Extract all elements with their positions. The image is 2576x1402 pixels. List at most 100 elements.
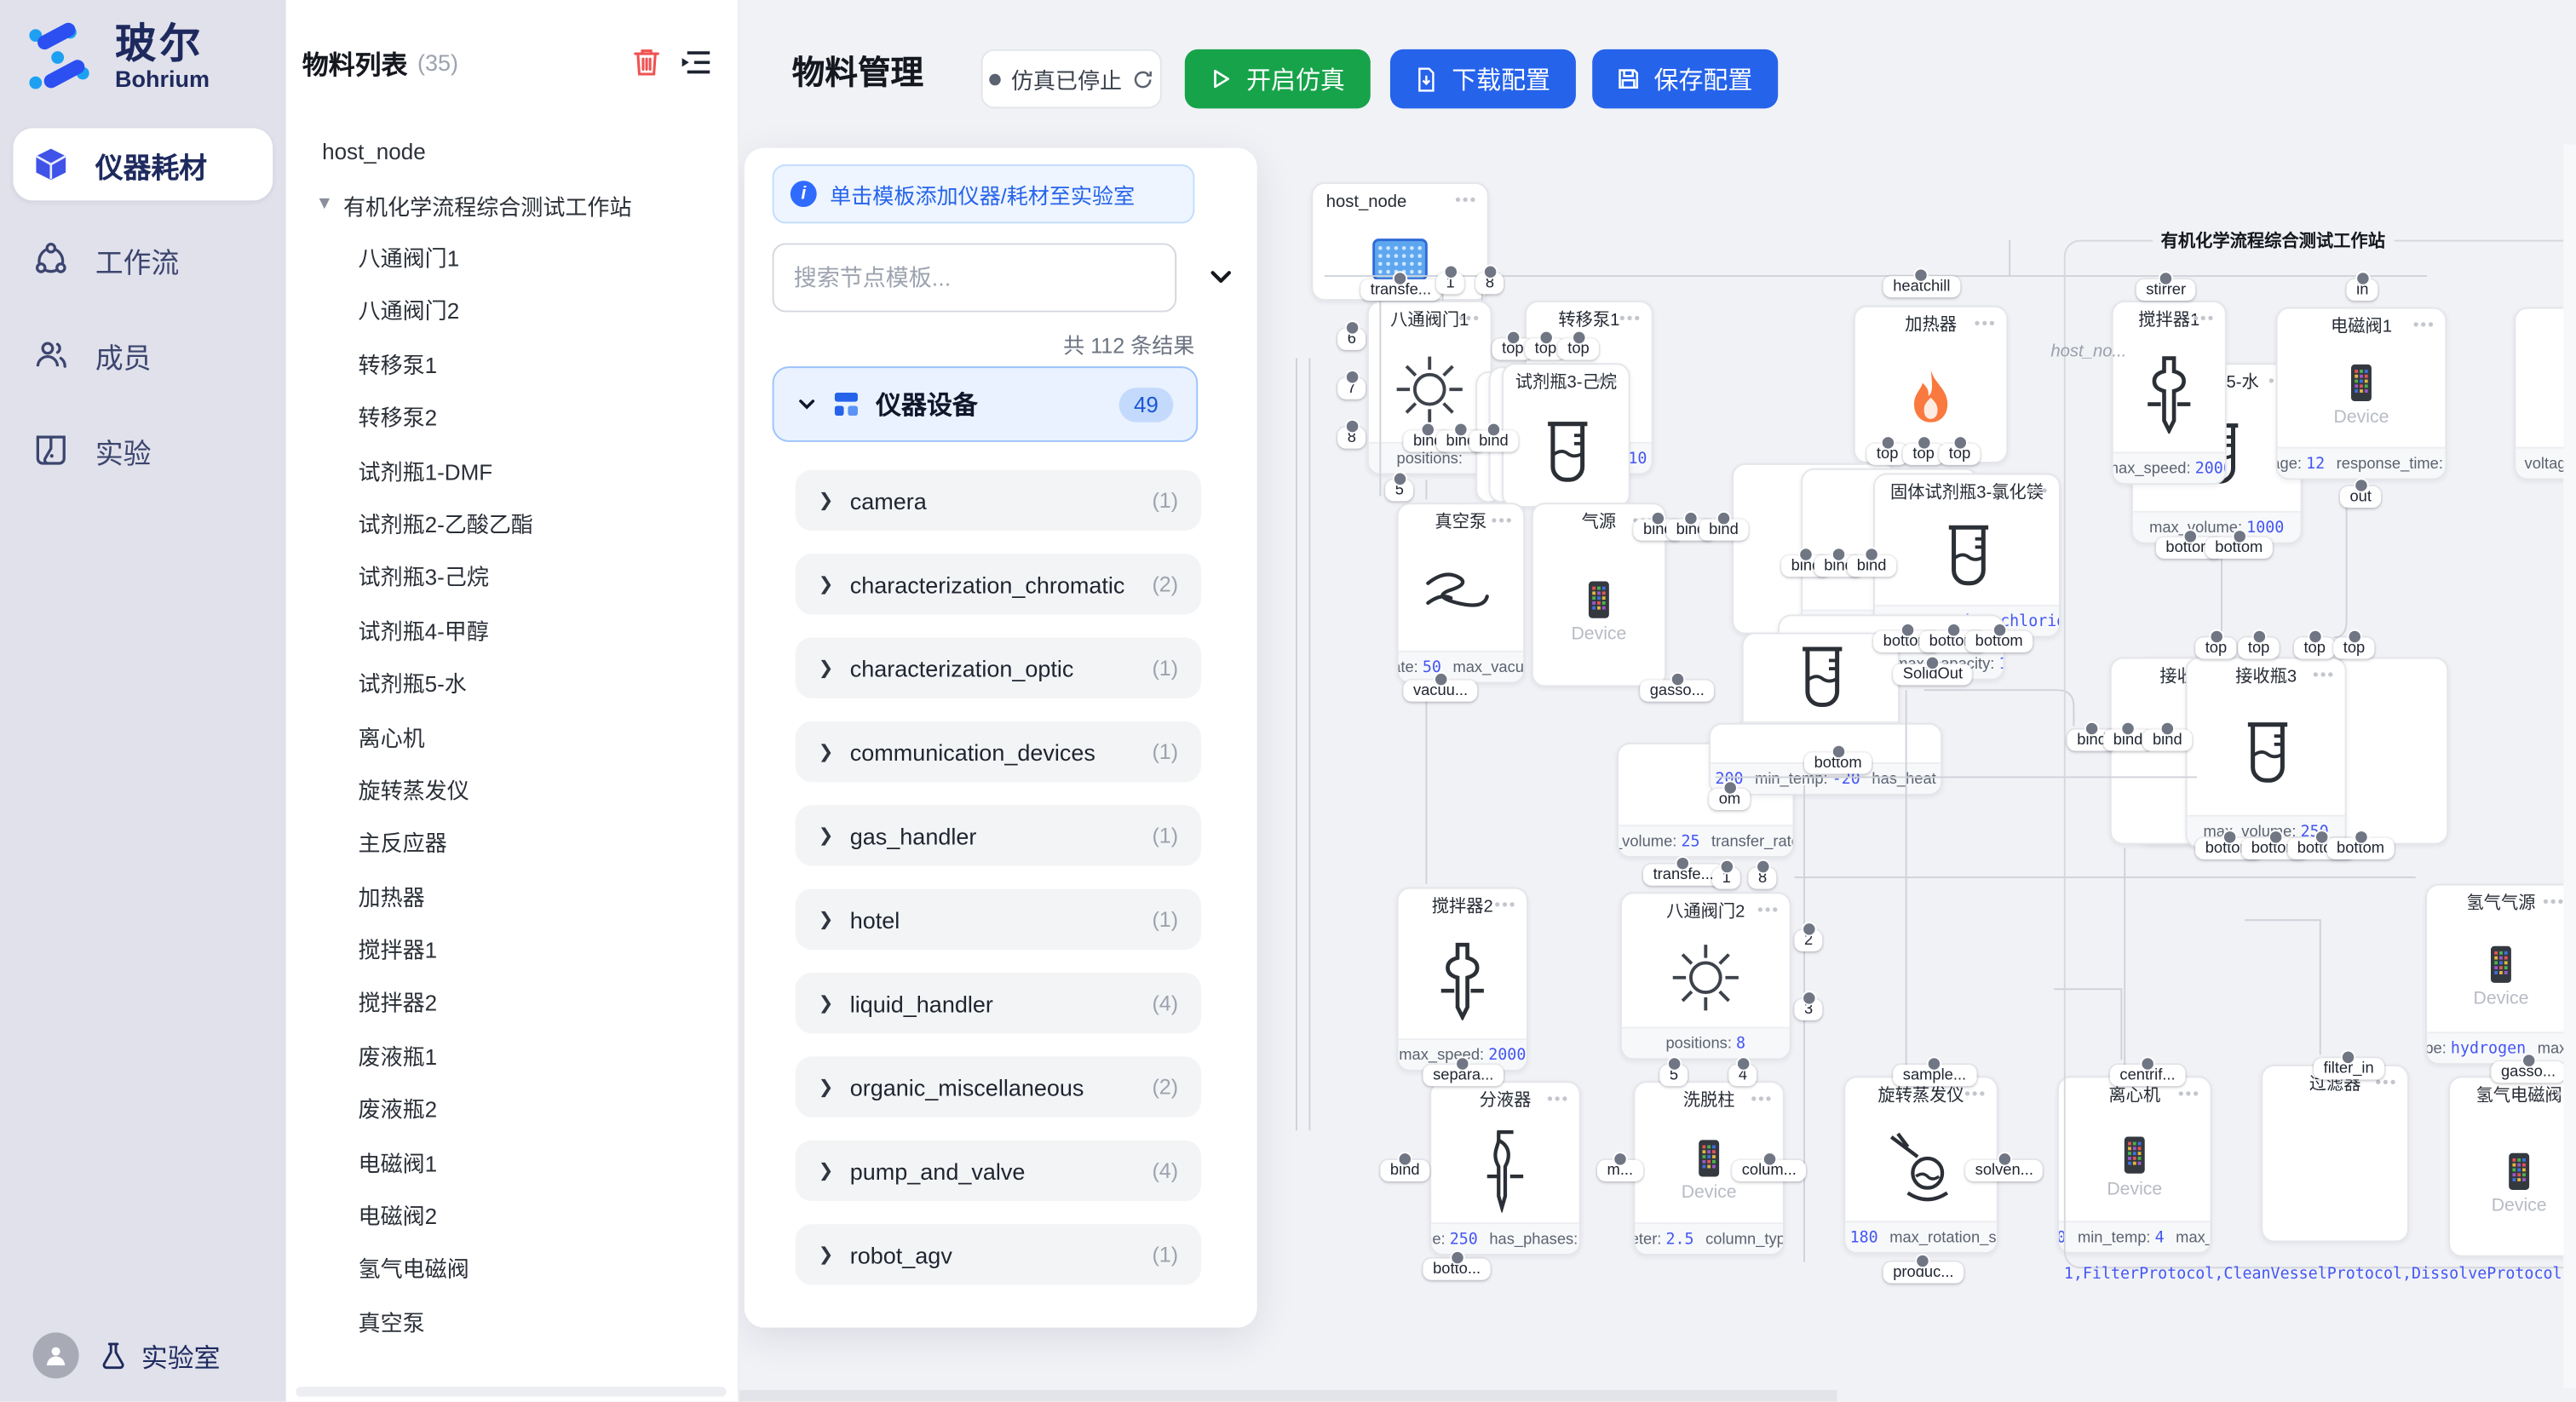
category-instruments[interactable]: 仪器设备 49	[773, 366, 1199, 442]
port-SolidOut[interactable]: SolidOut	[1893, 664, 1972, 685]
port-7[interactable]: 7	[1337, 378, 1366, 399]
tree-item[interactable]: 试剂瓶4-甲醇	[286, 606, 738, 658]
port-top[interactable]: top	[1903, 444, 1945, 465]
search-template-input[interactable]	[773, 243, 1177, 312]
tree-item[interactable]: 氢气电磁阀	[286, 1244, 738, 1297]
port-bottom[interactable]: bottom	[2205, 537, 2273, 559]
tree-item[interactable]: 电磁阀1	[286, 1138, 738, 1191]
sidebar-item-3[interactable]: 实验	[13, 414, 273, 486]
download-config-button[interactable]: 下载配置	[1390, 49, 1576, 108]
tree-item[interactable]: 八通阀门2	[286, 286, 738, 339]
port-top[interactable]: top	[2238, 637, 2280, 658]
port-1[interactable]: 1	[1712, 868, 1740, 889]
port-2[interactable]: 2	[1794, 930, 1822, 951]
port-filter_in[interactable]: filter_in	[2314, 1058, 2383, 1079]
template-item-communication_devices[interactable]: ❯communication_devices(1)	[796, 721, 1201, 782]
chevron-down-icon[interactable]: ▼	[315, 194, 333, 214]
tree-item[interactable]: 真空泵	[286, 1298, 738, 1351]
port-sample[interactable]: sample...	[1893, 1065, 1976, 1086]
port-1[interactable]: 1	[1436, 273, 1464, 294]
tree-root-node[interactable]: host_node	[286, 128, 738, 177]
port-top[interactable]: top	[1939, 444, 1981, 465]
port-8[interactable]: 8	[1748, 868, 1776, 889]
tree-workstation-node[interactable]: ▼ 有机化学流程综合测试工作站	[286, 177, 738, 233]
port-bottom[interactable]: bottom	[1965, 631, 2033, 652]
port-heatchill[interactable]: heatchill	[1883, 276, 1960, 297]
port-5[interactable]: 5	[1385, 480, 1413, 501]
port-separa[interactable]: separa...	[1423, 1065, 1504, 1086]
template-item-organic_miscellaneous[interactable]: ❯organic_miscellaneous(2)	[796, 1056, 1201, 1117]
tree-item[interactable]: 废液瓶2	[286, 1085, 738, 1138]
avatar[interactable]	[33, 1332, 79, 1378]
port-4[interactable]: 4	[1728, 1065, 1757, 1086]
template-item-characterization_chromatic[interactable]: ❯characterization_chromatic(2)	[796, 554, 1201, 614]
port-centrif[interactable]: centrif...	[2110, 1065, 2185, 1086]
trash-icon[interactable]	[633, 48, 661, 78]
save-config-button[interactable]: 保存配置	[1592, 49, 1778, 108]
port-bottom[interactable]: bottom	[2326, 838, 2394, 859]
tree-item[interactable]: 转移泵1	[286, 340, 738, 393]
sidebar-item-2[interactable]: 成员	[13, 319, 273, 391]
tree-item[interactable]: 试剂瓶2-乙酸乙酯	[286, 499, 738, 552]
port-out[interactable]: out	[2340, 486, 2382, 508]
lab-switcher[interactable]: 实验室	[99, 1336, 221, 1375]
tree-item[interactable]: 旋转蒸发仪	[286, 766, 738, 819]
port-colum[interactable]: colum...	[1732, 1160, 1806, 1181]
template-item-pump_and_valve[interactable]: ❯pump_and_valve(4)	[796, 1141, 1201, 1201]
port-8[interactable]: 8	[1475, 273, 1504, 294]
template-item-gas_handler[interactable]: ❯gas_handler(1)	[796, 805, 1201, 865]
tree-item[interactable]: 搅拌器2	[286, 979, 738, 1031]
port-solven[interactable]: solven...	[1965, 1160, 2043, 1181]
port-3[interactable]: 3	[1794, 999, 1822, 1020]
port-in[interactable]: in	[2347, 279, 2378, 301]
simulation-status-badge[interactable]: 仿真已停止	[981, 49, 1162, 108]
port-vacuu[interactable]: vacuu...	[1403, 681, 1477, 702]
port-top[interactable]: top	[2195, 637, 2237, 658]
port-transfe[interactable]: transfe...	[1360, 279, 1440, 301]
port-gasso[interactable]: gasso...	[2491, 1061, 2565, 1083]
refresh-icon[interactable]	[1132, 68, 1153, 89]
port-bind[interactable]: bind	[1699, 520, 1749, 541]
port-top[interactable]: top	[1866, 444, 1908, 465]
tree-item[interactable]: 试剂瓶3-己烷	[286, 553, 738, 606]
port-5[interactable]: 5	[1659, 1065, 1688, 1086]
canvas-vertical-scrollbar[interactable]	[2563, 145, 2576, 1388]
tree-item[interactable]: 废液瓶1	[286, 1031, 738, 1084]
port-top[interactable]: top	[2294, 637, 2336, 658]
template-item-liquid_handler[interactable]: ❯liquid_handler(4)	[796, 973, 1201, 1033]
port-stirrer[interactable]: stirrer	[2136, 279, 2196, 301]
port-produc[interactable]: produc...	[1883, 1261, 1964, 1283]
collapse-panel-chevron-icon[interactable]	[1208, 263, 1234, 290]
template-item-hotel[interactable]: ❯hotel(1)	[796, 889, 1201, 950]
tree-item[interactable]: 加热器	[286, 872, 738, 925]
tree-item[interactable]: 转移泵2	[286, 393, 738, 445]
sidebar-item-0[interactable]: 仪器耗材	[13, 128, 273, 200]
tree-item[interactable]: 电磁阀2	[286, 1192, 738, 1244]
template-item-robot_agv[interactable]: ❯robot_agv(1)	[796, 1224, 1201, 1284]
port-bind[interactable]: bind	[1847, 555, 1896, 577]
tree-item[interactable]: 试剂瓶5-水	[286, 659, 738, 712]
port-om[interactable]: om	[1709, 789, 1751, 810]
template-item-characterization_optic[interactable]: ❯characterization_optic(1)	[796, 637, 1201, 698]
port-gasso[interactable]: gasso...	[1640, 681, 1714, 702]
port-top[interactable]: top	[2333, 637, 2375, 658]
tree-item[interactable]: 八通阀门1	[286, 233, 738, 286]
port-8[interactable]: 8	[1337, 428, 1366, 449]
start-simulation-button[interactable]: 开启仿真	[1185, 49, 1371, 108]
sidebar-item-1[interactable]: 工作流	[13, 223, 273, 296]
port-bottom[interactable]: bottom	[1804, 752, 1872, 773]
tree-item[interactable]: 搅拌器1	[286, 925, 738, 978]
port-bind[interactable]: bind	[1469, 430, 1519, 451]
collapse-list-icon[interactable]	[681, 49, 712, 76]
tree-item[interactable]: 试剂瓶1-DMF	[286, 446, 738, 499]
port-m[interactable]: m...	[1597, 1160, 1643, 1181]
port-bind[interactable]: bind	[2142, 729, 2192, 750]
materials-horizontal-scrollbar[interactable]	[296, 1387, 726, 1397]
tree-item[interactable]: 主反应器	[286, 819, 738, 871]
port-top[interactable]: top	[1558, 338, 1600, 359]
port-bind[interactable]: bind	[1380, 1160, 1429, 1181]
tree-item[interactable]: 离心机	[286, 712, 738, 765]
port-botto[interactable]: botto...	[1423, 1259, 1491, 1280]
template-item-camera[interactable]: ❯camera(1)	[796, 470, 1201, 531]
port-6[interactable]: 6	[1337, 329, 1366, 350]
